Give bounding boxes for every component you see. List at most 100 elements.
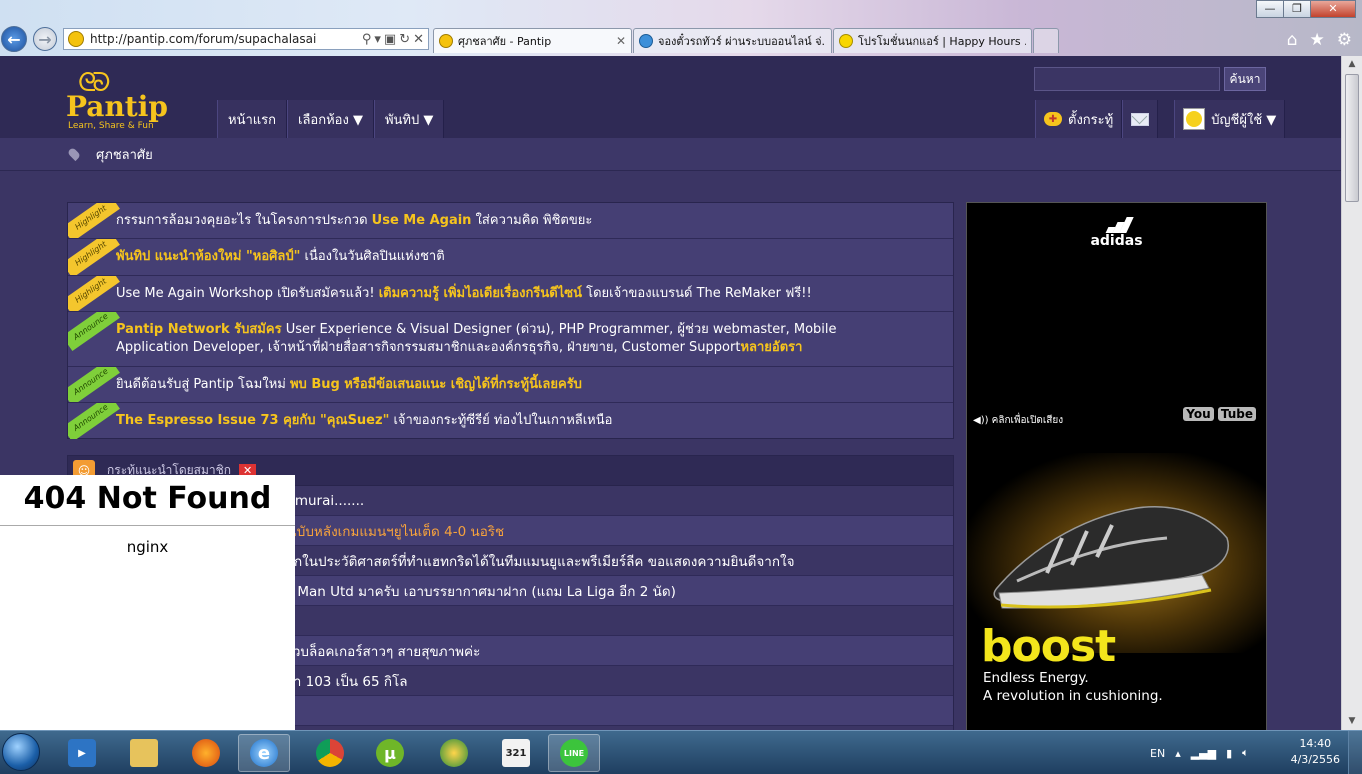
pantip-favicon-icon xyxy=(439,34,453,48)
site-header: ᘓᘐ Pantip Learn, Share & Fun ค้นหา หน้าแ… xyxy=(0,56,1341,138)
nav-choose-room[interactable]: เลือกห้อง ▼ xyxy=(287,100,374,138)
messages-button[interactable] xyxy=(1122,100,1159,138)
scroll-down-icon[interactable]: ▼ xyxy=(1342,713,1362,730)
clock[interactable]: 14:40 4/3/2556 xyxy=(1291,736,1340,768)
tab-label: จองตั๋วรถทัวร์ ผ่านระบบออนไลน์ จ่... xyxy=(658,35,826,48)
internet-explorer-app[interactable]: e xyxy=(238,734,290,772)
close-tab-icon[interactable]: ✕ xyxy=(616,34,626,48)
breadcrumb: ศุภชลาศัย xyxy=(0,138,1341,171)
announcement-list: Highlight กรรมการล้อมวงคุยอะไร ในโครงการ… xyxy=(67,202,954,439)
power-icon[interactable]: ▮ xyxy=(1226,747,1232,760)
line-app[interactable]: LINE xyxy=(548,734,600,772)
maximize-button[interactable]: ❐ xyxy=(1283,0,1311,18)
page-viewport: ᘓᘐ Pantip Learn, Share & Fun ค้นหา หน้าแ… xyxy=(0,56,1341,730)
adidas-logo-icon xyxy=(1101,217,1134,233)
start-button[interactable] xyxy=(2,733,40,771)
line-icon: LINE xyxy=(560,739,588,767)
network-globe-icon xyxy=(440,739,468,767)
advertisement[interactable]: adidas ◀)) คลิกเพื่อเปิดเสียง You Tube b… xyxy=(966,202,1267,730)
announcement-item[interactable]: Announce Pantip Network รับสมัคร User Ex… xyxy=(68,312,953,367)
minimize-button[interactable]: — xyxy=(1256,0,1284,18)
breadcrumb-room[interactable]: ศุภชลาศัย xyxy=(96,144,153,165)
url-text[interactable]: http://pantip.com/forum/supachalasai xyxy=(90,32,362,46)
close-window-button[interactable]: ✕ xyxy=(1310,0,1356,18)
new-topic-label: ตั้งกระทู้ xyxy=(1068,112,1114,128)
refresh-icon[interactable]: ↻ xyxy=(399,32,410,47)
calendar-icon: 321 xyxy=(502,739,530,767)
stop-icon[interactable]: ✕ xyxy=(413,32,424,47)
ie-icon: e xyxy=(250,739,278,767)
ad-brand: adidas xyxy=(1090,233,1143,249)
arrow-right-icon: → xyxy=(38,29,52,49)
announcement-text: กรรมการล้อมวงคุยอะไร ในโครงการประกวด Use… xyxy=(116,212,593,228)
tab-label: ศุภชลาศัย - Pantip xyxy=(458,35,552,48)
account-menu[interactable]: บัญชีผู้ใช้ ▼ xyxy=(1174,100,1286,138)
youtube-tube: Tube xyxy=(1217,407,1256,421)
signal-icon[interactable]: ▂▄▆ xyxy=(1191,747,1216,760)
pantip-logo[interactable]: ᘓᘐ Pantip Learn, Share & Fun xyxy=(66,68,176,132)
folder-icon xyxy=(130,739,158,767)
favorites-star-icon[interactable]: ★ xyxy=(1310,30,1325,50)
site-search-input[interactable] xyxy=(1034,67,1220,91)
media-player-app[interactable]: ▶ xyxy=(56,734,108,772)
firefox-icon xyxy=(192,739,220,767)
main-nav: หน้าแรก เลือกห้อง ▼ พันทิป ▼ xyxy=(217,100,445,138)
divider xyxy=(0,525,295,526)
gear-icon[interactable]: ⚙ xyxy=(1337,30,1352,50)
nav-home[interactable]: หน้าแรก xyxy=(217,100,287,138)
tray-expand-icon[interactable]: ▴ xyxy=(1175,747,1181,760)
announcement-item[interactable]: Highlight พันทิป แนะนำห้องใหม่ "หอศิลป์"… xyxy=(68,239,953,276)
clock-date: 4/3/2556 xyxy=(1290,753,1340,766)
search-icon[interactable]: ⚲ xyxy=(362,32,372,47)
forward-button[interactable]: → xyxy=(33,27,57,51)
announcement-item[interactable]: Announce ยินดีต้อนรับสู่ Pantip โฉมใหม่ … xyxy=(68,367,953,403)
file-explorer-app[interactable] xyxy=(118,734,170,772)
clock-time: 14:40 xyxy=(1299,737,1332,750)
announcement-item[interactable]: Announce The Espresso Issue 73 คุยกับ "ค… xyxy=(68,403,953,439)
vertical-scrollbar[interactable]: ▲ ▼ xyxy=(1341,56,1362,730)
chrome-app[interactable] xyxy=(304,734,356,772)
network-app[interactable] xyxy=(428,734,480,772)
tab-bus-ticket[interactable]: จองตั๋วรถทัวร์ ผ่านระบบออนไลน์ จ่... xyxy=(633,28,832,53)
utorrent-app[interactable]: µ xyxy=(364,734,416,772)
site-search-button[interactable]: ค้นหา xyxy=(1224,67,1266,91)
language-indicator[interactable]: EN xyxy=(1150,747,1165,760)
show-desktop-button[interactable] xyxy=(1348,731,1362,774)
browser-chrome: — ❐ ✕ ← → http://pantip.com/forum/supach… xyxy=(0,0,1362,56)
ad-sound-toggle[interactable]: ◀)) คลิกเพื่อเปิดเสียง xyxy=(973,413,1063,428)
error-title: 404 Not Found xyxy=(23,481,272,516)
address-tools: ⚲ ▾ ▣ ↻ ✕ xyxy=(362,32,428,47)
tab-pantip[interactable]: ศุภชลาศัย - Pantip ✕ xyxy=(433,28,632,53)
address-bar[interactable]: http://pantip.com/forum/supachalasai ⚲ ▾… xyxy=(63,28,429,50)
firefox-app[interactable] xyxy=(180,734,232,772)
scrollbar-thumb[interactable] xyxy=(1345,74,1359,202)
media-player-icon: ▶ xyxy=(68,739,96,767)
back-button[interactable]: ← xyxy=(1,26,27,52)
calendar-app[interactable]: 321 xyxy=(490,734,542,772)
tab-label: โปรโมชั่นนกแอร์ | Happy Hours ... xyxy=(858,35,1026,48)
announce-tag: Announce xyxy=(68,312,120,352)
windows-taskbar: ▶ e µ 321 LINE EN ▴ ▂▄▆ ▮ 🔈︎ 14:40 4/3/2… xyxy=(0,730,1362,774)
new-topic-button[interactable]: ✚ ตั้งกระทู้ xyxy=(1035,100,1123,138)
announcement-item[interactable]: Highlight กรรมการล้อมวงคุยอะไร ในโครงการ… xyxy=(68,203,953,239)
announcement-text: Pantip Network รับสมัคร User Experience … xyxy=(116,322,837,355)
volume-icon[interactable]: 🔈︎ xyxy=(1242,746,1249,760)
nav-pantip[interactable]: พันทิป ▼ xyxy=(373,100,445,138)
home-icon[interactable]: ⌂ xyxy=(1287,30,1298,50)
announcement-item[interactable]: Highlight Use Me Again Workshop เปิดรับส… xyxy=(68,276,953,312)
error-server: nginx xyxy=(126,538,169,556)
highlight-tag: Highlight xyxy=(68,203,120,238)
ad-headline: boost xyxy=(981,621,1116,672)
tab-nokair[interactable]: โปรโมชั่นนกแอร์ | Happy Hours ... xyxy=(833,28,1032,53)
dropdown-icon[interactable]: ▾ xyxy=(374,32,381,47)
announce-tag: Announce xyxy=(68,403,120,439)
highlight-tag: Highlight xyxy=(68,276,120,311)
utorrent-icon: µ xyxy=(376,739,404,767)
new-tab-button[interactable] xyxy=(1033,28,1059,53)
running-shoe-image xyxy=(993,506,1229,609)
location-pin-icon xyxy=(66,146,82,162)
compatibility-icon[interactable]: ▣ xyxy=(384,32,396,47)
scroll-up-icon[interactable]: ▲ xyxy=(1342,56,1362,73)
announcement-text: Use Me Again Workshop เปิดรับสมัครแล้ว! … xyxy=(116,285,812,301)
chrome-icon xyxy=(316,739,344,767)
